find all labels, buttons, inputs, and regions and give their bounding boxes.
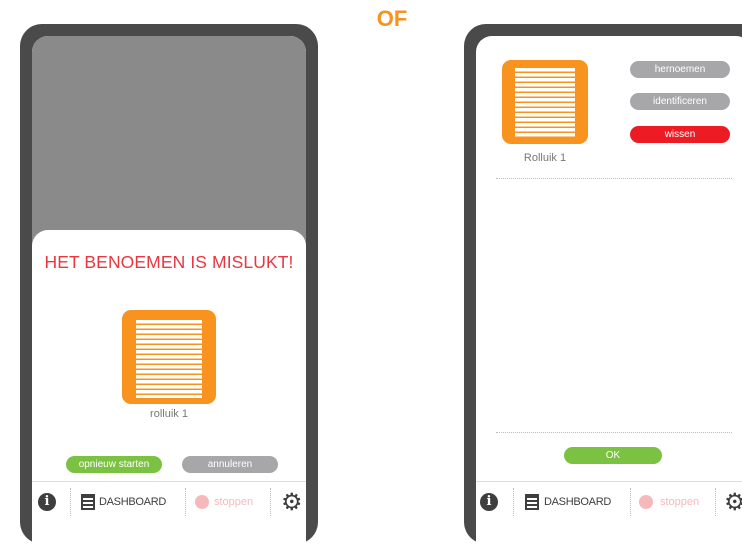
identify-button[interactable]: identificeren	[630, 93, 730, 110]
content-divider-top	[496, 178, 732, 179]
stop-icon[interactable]	[639, 495, 653, 509]
phone-frame-right: Rolluik 1 hernoemen identificeren wissen…	[464, 24, 742, 544]
ok-button[interactable]: OK	[564, 447, 662, 464]
nav-divider	[630, 488, 631, 516]
cancel-button[interactable]: annuleren	[182, 456, 278, 473]
dashboard-link[interactable]: DASHBOARD	[99, 496, 166, 508]
device-label: Rolluik 1	[523, 152, 567, 164]
dashboard-icon[interactable]	[525, 494, 539, 510]
content-divider-bottom	[496, 432, 732, 433]
dashboard-link[interactable]: DASHBOARD	[544, 496, 611, 508]
stop-link[interactable]: stoppen	[660, 496, 699, 508]
delete-button[interactable]: wissen	[630, 126, 730, 143]
screen-right: Rolluik 1 hernoemen identificeren wissen…	[476, 36, 742, 544]
info-icon[interactable]: i	[480, 493, 498, 511]
rename-button[interactable]: hernoemen	[630, 61, 730, 78]
dialog-title: HET BENOEMEN IS MISLUKT!	[44, 252, 294, 272]
retry-button[interactable]: opnieuw starten	[66, 456, 162, 473]
nav-divider	[513, 488, 514, 516]
or-separator: OF	[376, 6, 408, 31]
nav-divider	[185, 488, 186, 516]
device-label: rolluik 1	[150, 408, 188, 420]
stop-link[interactable]: stoppen	[214, 496, 253, 508]
info-icon[interactable]: i	[38, 493, 56, 511]
gear-icon[interactable]: ⚙	[724, 490, 742, 514]
phone-frame-left: HET BENOEMEN IS MISLUKT! rolluik 1 opnie…	[20, 24, 318, 544]
nav-divider	[70, 488, 71, 516]
stop-icon[interactable]	[195, 495, 209, 509]
nav-divider	[715, 488, 716, 516]
roller-shutter-icon	[122, 310, 216, 404]
dimmed-overlay	[32, 36, 306, 256]
roller-shutter-icon	[502, 60, 588, 144]
dashboard-icon[interactable]	[81, 494, 95, 510]
screen-left: HET BENOEMEN IS MISLUKT! rolluik 1 opnie…	[32, 36, 306, 544]
nav-divider	[270, 488, 271, 516]
gear-icon[interactable]: ⚙	[281, 490, 303, 514]
